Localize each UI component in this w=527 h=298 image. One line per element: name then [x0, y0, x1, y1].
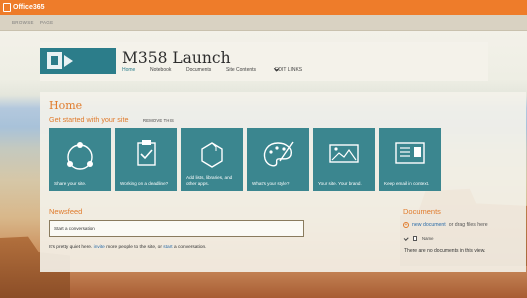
tile-deadline[interactable]: Working on a deadline?	[115, 128, 177, 191]
getting-started-heading: Get started with your site	[49, 115, 129, 124]
quiet-text: It's pretty quiet here.	[49, 245, 93, 250]
invite-link[interactable]: invite	[94, 245, 105, 250]
tile-label: Add lists, libraries, and other apps.	[186, 175, 233, 186]
documents-heading: Documents	[403, 207, 441, 216]
nav-item-notebook[interactable]: Notebook	[150, 67, 171, 73]
tile-label: Keep email in context.	[384, 181, 430, 186]
quiet-text: a conversation.	[173, 245, 207, 250]
plus-icon[interactable]: +	[403, 222, 409, 228]
tab-page[interactable]: PAGE	[40, 20, 53, 25]
ribbon: BROWSE PAGE	[0, 15, 527, 31]
nav-item-documents[interactable]: Documents	[186, 67, 211, 73]
document-icon	[413, 236, 417, 241]
drag-files-text: or drag files here	[448, 222, 488, 228]
tile-email[interactable]: Keep email in context.	[379, 128, 441, 191]
new-document-link[interactable]: new document	[412, 222, 446, 228]
start-conversation-input[interactable]	[50, 221, 303, 236]
site-logo[interactable]	[40, 48, 116, 74]
start-link[interactable]: start	[163, 245, 172, 250]
nav-item-home[interactable]: Home	[122, 67, 135, 73]
checkmark-icon[interactable]	[403, 236, 409, 241]
tile-label: Working on a deadline?	[120, 181, 169, 186]
suite-bar: Office365	[0, 0, 527, 15]
newsfeed-empty-message: It's pretty quiet here. invite more peop…	[49, 245, 207, 250]
tile-label: What's your style?	[252, 181, 290, 186]
office365-logo[interactable]: Office365	[3, 2, 45, 13]
tile-share-site[interactable]: Share your site.	[49, 128, 111, 191]
getting-started-tiles: Share your site. Working on a deadline? …	[49, 128, 442, 191]
no-documents-message: There are no documents in this view.	[404, 248, 486, 254]
tab-browse[interactable]: BROWSE	[12, 20, 34, 25]
site-title[interactable]: M358 Launch	[122, 49, 231, 67]
nav-item-site-contents[interactable]: Site Contents	[226, 67, 256, 73]
arrow-icon	[64, 55, 73, 67]
remove-this-link[interactable]: REMOVE THIS	[143, 118, 174, 123]
documents-column-header: Name	[403, 236, 433, 241]
name-column[interactable]: Name	[422, 236, 433, 241]
office-icon	[3, 3, 11, 12]
quiet-text: more people to the site, or	[106, 245, 162, 250]
brand-label: Office365	[13, 4, 45, 11]
newsfeed-heading: Newsfeed	[49, 207, 83, 216]
tile-brand[interactable]: Your site. Your brand.	[313, 128, 375, 191]
tile-label: Your site. Your brand.	[318, 181, 362, 186]
conversation-box[interactable]	[49, 220, 304, 237]
new-document-row: + new document or drag files here	[403, 222, 488, 228]
edit-links-label: EDIT LINKS	[275, 67, 303, 73]
tile-label: Share your site.	[54, 181, 87, 186]
tile-add-apps[interactable]: Add lists, libraries, and other apps.	[181, 128, 243, 191]
tile-style[interactable]: What's your style?	[247, 128, 309, 191]
page-title: Home	[49, 99, 83, 112]
sharepoint-icon	[47, 52, 62, 69]
